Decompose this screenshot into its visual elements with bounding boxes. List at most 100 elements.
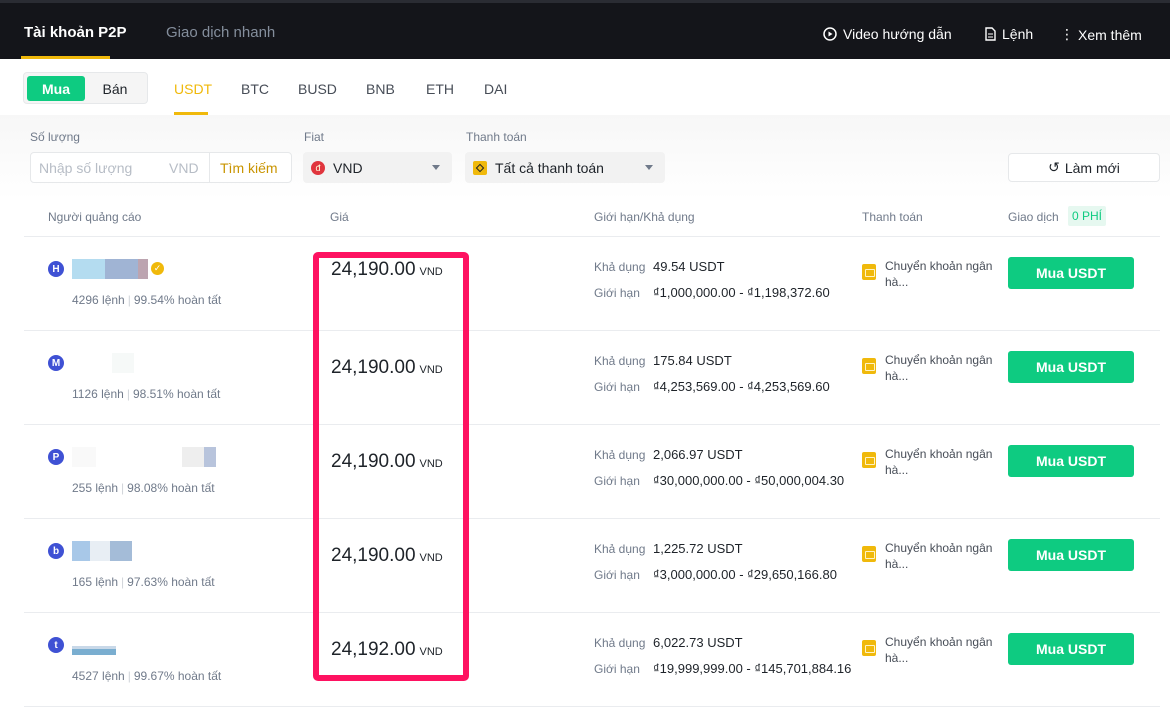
advertiser-name-blurred[interactable] bbox=[72, 353, 134, 373]
buy-sell-toggle: Mua Bán bbox=[23, 72, 148, 104]
limit-label: Giới hạn bbox=[594, 286, 640, 300]
header-trade: Giao dịch bbox=[1008, 210, 1059, 224]
top-strip bbox=[0, 0, 1170, 3]
more-menu[interactable]: ⋮ Xem thêm bbox=[1060, 26, 1142, 43]
table-row: H ✓ 4296 lệnh | 99.54% hoàn tất 24,190.00 V… bbox=[0, 237, 1170, 331]
advertiser-stats: 4296 lệnh | 99.54% hoàn tất bbox=[72, 293, 222, 307]
price-currency: VND bbox=[419, 552, 443, 564]
completion-rate: 99.54% hoàn tất bbox=[133, 293, 222, 307]
more-label: Xem thêm bbox=[1078, 26, 1142, 43]
payment-label: Thanh toán bbox=[466, 130, 527, 144]
available-label: Khả dụng bbox=[594, 636, 646, 650]
advertiser-name-blurred[interactable] bbox=[72, 541, 132, 561]
available-label: Khả dụng bbox=[594, 448, 646, 462]
search-button[interactable]: Tìm kiếm bbox=[209, 153, 291, 182]
avatar: P bbox=[48, 449, 64, 465]
limit-value: ₫3,000,000.00 - ₫29,650,166.80 bbox=[653, 567, 837, 582]
amount-label: Số lượng bbox=[30, 130, 80, 144]
fiat-value: VND bbox=[333, 159, 363, 176]
price-value: 24,190.00 bbox=[331, 259, 416, 280]
completion-rate: 98.51% hoàn tất bbox=[132, 387, 221, 401]
price-currency: VND bbox=[419, 266, 443, 278]
buy-usdt-button[interactable]: Mua USDT bbox=[1008, 633, 1134, 665]
order-count: 4527 lệnh bbox=[72, 669, 125, 683]
price-currency: VND bbox=[419, 646, 443, 658]
coin-tab-btc[interactable]: BTC bbox=[241, 81, 269, 97]
coin-tab-usdt[interactable]: USDT bbox=[174, 81, 212, 97]
price: 24,190.00 VND bbox=[331, 451, 443, 473]
orders-label: Lệnh bbox=[1002, 26, 1034, 42]
limit-value: ₫1,000,000.00 - ₫1,198,372.60 bbox=[653, 285, 830, 300]
payment-method: Chuyển khoản ngân hà... bbox=[885, 541, 993, 571]
order-count: 165 lệnh bbox=[72, 575, 119, 589]
price: 24,190.00 VND bbox=[331, 545, 443, 567]
coin-tab-eth[interactable]: ETH bbox=[426, 81, 454, 97]
available-value: 1,225.72 USDT bbox=[653, 541, 743, 556]
fiat-label: Fiat bbox=[304, 130, 325, 144]
table-row: P 255 lệnh | 98.08% hoàn tất 24,190.00 VND … bbox=[0, 425, 1170, 519]
order-count: 255 lệnh bbox=[72, 481, 119, 495]
header-payment: Thanh toán bbox=[862, 210, 923, 224]
chevron-down-icon bbox=[645, 165, 653, 170]
available-label: Khả dụng bbox=[594, 354, 646, 368]
bank-transfer-icon bbox=[862, 452, 876, 468]
binance-icon bbox=[473, 160, 487, 175]
buy-usdt-button[interactable]: Mua USDT bbox=[1008, 257, 1134, 289]
buy-usdt-button[interactable]: Mua USDT bbox=[1008, 351, 1134, 383]
advertiser-name-blurred[interactable] bbox=[72, 635, 116, 655]
chevron-down-icon bbox=[432, 165, 440, 170]
advertiser-name-blurred[interactable]: ✓ bbox=[72, 259, 164, 279]
buy-usdt-button[interactable]: Mua USDT bbox=[1008, 445, 1134, 477]
header-price: Giá bbox=[330, 210, 349, 224]
limit-label: Giới hạn bbox=[594, 662, 640, 676]
completion-rate: 98.08% hoàn tất bbox=[127, 481, 215, 495]
limit-value: ₫4,253,569.00 - ₫4,253,569.60 bbox=[653, 379, 830, 394]
tab-quick-trade[interactable]: Giao dịch nhanh bbox=[166, 24, 275, 41]
amount-field[interactable]: Nhập số lượng VND Tìm kiếm bbox=[30, 152, 292, 183]
more-dots-icon: ⋮ bbox=[1060, 26, 1074, 42]
document-icon bbox=[985, 27, 996, 41]
price: 24,190.00 VND bbox=[331, 259, 443, 281]
table-row: b 165 lệnh | 97.63% hoàn tất 24,190.00 VND … bbox=[0, 519, 1170, 613]
tab-p2p-account[interactable]: Tài khoản P2P bbox=[24, 24, 127, 41]
avatar: M bbox=[48, 355, 64, 371]
available-value: 6,022.73 USDT bbox=[653, 635, 743, 650]
refresh-button[interactable]: ↺ Làm mới bbox=[1008, 153, 1160, 182]
buy-usdt-button[interactable]: Mua USDT bbox=[1008, 539, 1134, 571]
available-value: 2,066.97 USDT bbox=[653, 447, 743, 462]
sub-nav: Mua Bán USDT BTC BUSD BNB ETH DAI bbox=[0, 59, 1170, 115]
avatar: H bbox=[48, 261, 64, 277]
buy-toggle-button[interactable]: Mua bbox=[27, 76, 85, 101]
refresh-label: Làm mới bbox=[1064, 159, 1120, 176]
coin-tab-busd[interactable]: BUSD bbox=[298, 81, 337, 97]
advertiser-name-blurred[interactable] bbox=[72, 447, 216, 467]
payment-select[interactable]: Tất cả thanh toán bbox=[465, 152, 665, 183]
orders-link[interactable]: Lệnh bbox=[985, 26, 1033, 42]
limit-label: Giới hạn bbox=[594, 568, 640, 582]
advertiser-stats: 4527 lệnh | 99.67% hoàn tất bbox=[72, 669, 222, 683]
price-value: 24,190.00 bbox=[331, 451, 416, 472]
available-label: Khả dụng bbox=[594, 260, 646, 274]
top-nav: Tài khoản P2P Giao dịch nhanh Video hướn… bbox=[0, 0, 1170, 59]
coin-tab-dai[interactable]: DAI bbox=[484, 81, 507, 97]
sell-toggle-button[interactable]: Bán bbox=[86, 76, 144, 101]
video-guide-link[interactable]: Video hướng dẫn bbox=[823, 26, 952, 42]
price: 24,192.00 VND bbox=[331, 639, 443, 661]
price-currency: VND bbox=[419, 364, 443, 376]
limit-value: ₫30,000,000.00 - ₫50,000,004.30 bbox=[653, 473, 845, 488]
header-limit: Giới hạn/Khả dụng bbox=[594, 210, 695, 224]
fiat-select[interactable]: đ VND bbox=[303, 152, 452, 183]
play-circle-icon bbox=[823, 27, 837, 41]
bank-transfer-icon bbox=[862, 264, 876, 280]
bank-transfer-icon bbox=[862, 358, 876, 374]
coin-tab-bnb[interactable]: BNB bbox=[366, 81, 395, 97]
filter-bar: Số lượng Nhập số lượng VND Tìm kiếm Fiat… bbox=[0, 115, 1170, 200]
payment-method: Chuyển khoản ngân hà... bbox=[885, 635, 993, 665]
limit-value: ₫19,999,999.00 - ₫145,701,884.16 bbox=[653, 661, 852, 676]
available-value: 175.84 USDT bbox=[653, 353, 732, 368]
advertiser-stats: 1126 lệnh | 98.51% hoàn tất bbox=[72, 387, 221, 401]
amount-input[interactable]: Nhập số lượng bbox=[39, 160, 169, 176]
video-guide-label: Video hướng dẫn bbox=[843, 26, 952, 42]
zero-fee-badge: 0 PHÍ bbox=[1068, 206, 1107, 226]
advertiser-stats: 165 lệnh | 97.63% hoàn tất bbox=[72, 575, 215, 589]
